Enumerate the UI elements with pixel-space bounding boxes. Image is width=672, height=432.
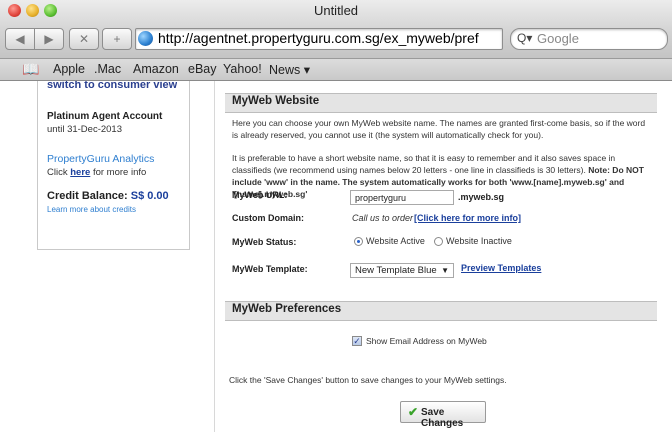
- custom-domain-note: Call us to order: [352, 213, 414, 223]
- show-email-checkbox[interactable]: ✓: [352, 336, 362, 346]
- credit-balance: Credit Balance: S$ 0.00: [47, 190, 169, 202]
- custom-domain-label: Custom Domain:: [232, 213, 304, 223]
- search-icon[interactable]: Q▾: [517, 31, 532, 45]
- bookmark-apple[interactable]: Apple: [53, 62, 85, 76]
- forward-arrow-icon: ▶: [44, 32, 54, 46]
- myweb-website-title: MyWeb Website: [232, 95, 320, 107]
- myweb-url-input[interactable]: propertyguru: [350, 190, 454, 205]
- stop-icon: ✕: [78, 32, 90, 46]
- myweb-website-header: MyWeb Website: [225, 93, 657, 113]
- column-divider: [214, 81, 215, 432]
- myweb-tip-text: It is preferable to have a short website…: [232, 153, 616, 175]
- template-select[interactable]: New Template Blue ▼: [350, 263, 454, 278]
- myweb-status-label: MyWeb Status:: [232, 237, 297, 247]
- address-bar[interactable]: http://agentnet.propertyguru.com.sg/ex_m…: [135, 28, 503, 50]
- globe-icon: [138, 31, 153, 46]
- analytics-here-link[interactable]: here: [70, 167, 90, 178]
- search-placeholder: Google: [537, 31, 579, 46]
- show-email-label[interactable]: Show Email Address on MyWeb: [366, 336, 487, 346]
- credit-amount: S$ 0.00: [130, 190, 169, 202]
- checkmark-icon: ✔: [408, 405, 419, 419]
- myweb-url-label: MyWeb URL:: [232, 190, 288, 200]
- add-bookmark-button[interactable]: +: [102, 28, 132, 50]
- credit-label: Credit Balance:: [47, 190, 131, 202]
- account-expiry: until 31-Dec-2013: [47, 124, 122, 135]
- forward-button[interactable]: ▶: [34, 28, 64, 50]
- bookmark-ebay[interactable]: eBay: [188, 62, 217, 76]
- stop-button[interactable]: ✕: [69, 28, 99, 50]
- bookmarks-bar: 📖 Apple .Mac Amazon eBay Yahoo! News ▾: [0, 59, 672, 81]
- status-active-label[interactable]: Website Active: [366, 236, 425, 246]
- analytics-info: Click here for more info: [47, 167, 146, 178]
- status-inactive-label[interactable]: Website Inactive: [446, 236, 512, 246]
- status-active-radio[interactable]: [354, 237, 363, 246]
- bookmark-amazon[interactable]: Amazon: [133, 62, 179, 76]
- credits-info-link[interactable]: Learn more about credits: [47, 205, 136, 214]
- myweb-url-suffix: .myweb.sg: [458, 192, 505, 202]
- bookmark-mac[interactable]: .Mac: [94, 62, 121, 76]
- click-prefix: Click: [47, 167, 71, 178]
- myweb-preferences-title: MyWeb Preferences: [232, 303, 342, 315]
- bookmark-news[interactable]: News ▾: [269, 62, 310, 77]
- account-sidebar: switch to consumer view Platinum Agent A…: [37, 81, 190, 250]
- window-title: Untitled: [313, 3, 359, 18]
- preview-templates-link[interactable]: Preview Templates: [461, 263, 541, 273]
- title-bar: Untitled ◀ ▶ ✕ + http://agentnet.propert…: [0, 0, 672, 59]
- address-text[interactable]: http://agentnet.propertyguru.com.sg/ex_m…: [158, 30, 479, 46]
- consumer-view-link[interactable]: switch to consumer view: [47, 81, 177, 88]
- page-content: switch to consumer view Platinum Agent A…: [0, 81, 672, 432]
- bookmark-yahoo[interactable]: Yahoo!: [223, 62, 262, 76]
- custom-domain-link[interactable]: [Click here for more info]: [414, 213, 521, 223]
- myweb-preferences-header: MyWeb Preferences: [225, 301, 657, 321]
- save-changes-label: Save Changes: [421, 407, 464, 429]
- myweb-template-label: MyWeb Template:: [232, 264, 308, 274]
- back-button[interactable]: ◀: [5, 28, 35, 50]
- click-suffix: for more info: [90, 167, 147, 178]
- account-title: Platinum Agent Account: [47, 111, 163, 122]
- template-selected: New Template Blue: [355, 265, 437, 276]
- book-icon[interactable]: 📖: [22, 61, 39, 78]
- plus-icon: +: [113, 32, 121, 46]
- save-changes-button[interactable]: ✔ Save Changes: [400, 401, 486, 429]
- analytics-title[interactable]: PropertyGuru Analytics: [47, 153, 154, 165]
- search-input[interactable]: Q▾ Google: [510, 28, 668, 50]
- status-inactive-radio[interactable]: [434, 237, 443, 246]
- browser-window: Untitled ◀ ▶ ✕ + http://agentnet.propert…: [0, 0, 672, 432]
- save-instructions: Click the 'Save Changes' button to save …: [229, 375, 507, 385]
- myweb-intro: Here you can choose your own MyWeb websi…: [232, 118, 646, 140]
- back-arrow-icon: ◀: [15, 32, 25, 46]
- dropdown-arrow-icon: ▼: [441, 266, 449, 275]
